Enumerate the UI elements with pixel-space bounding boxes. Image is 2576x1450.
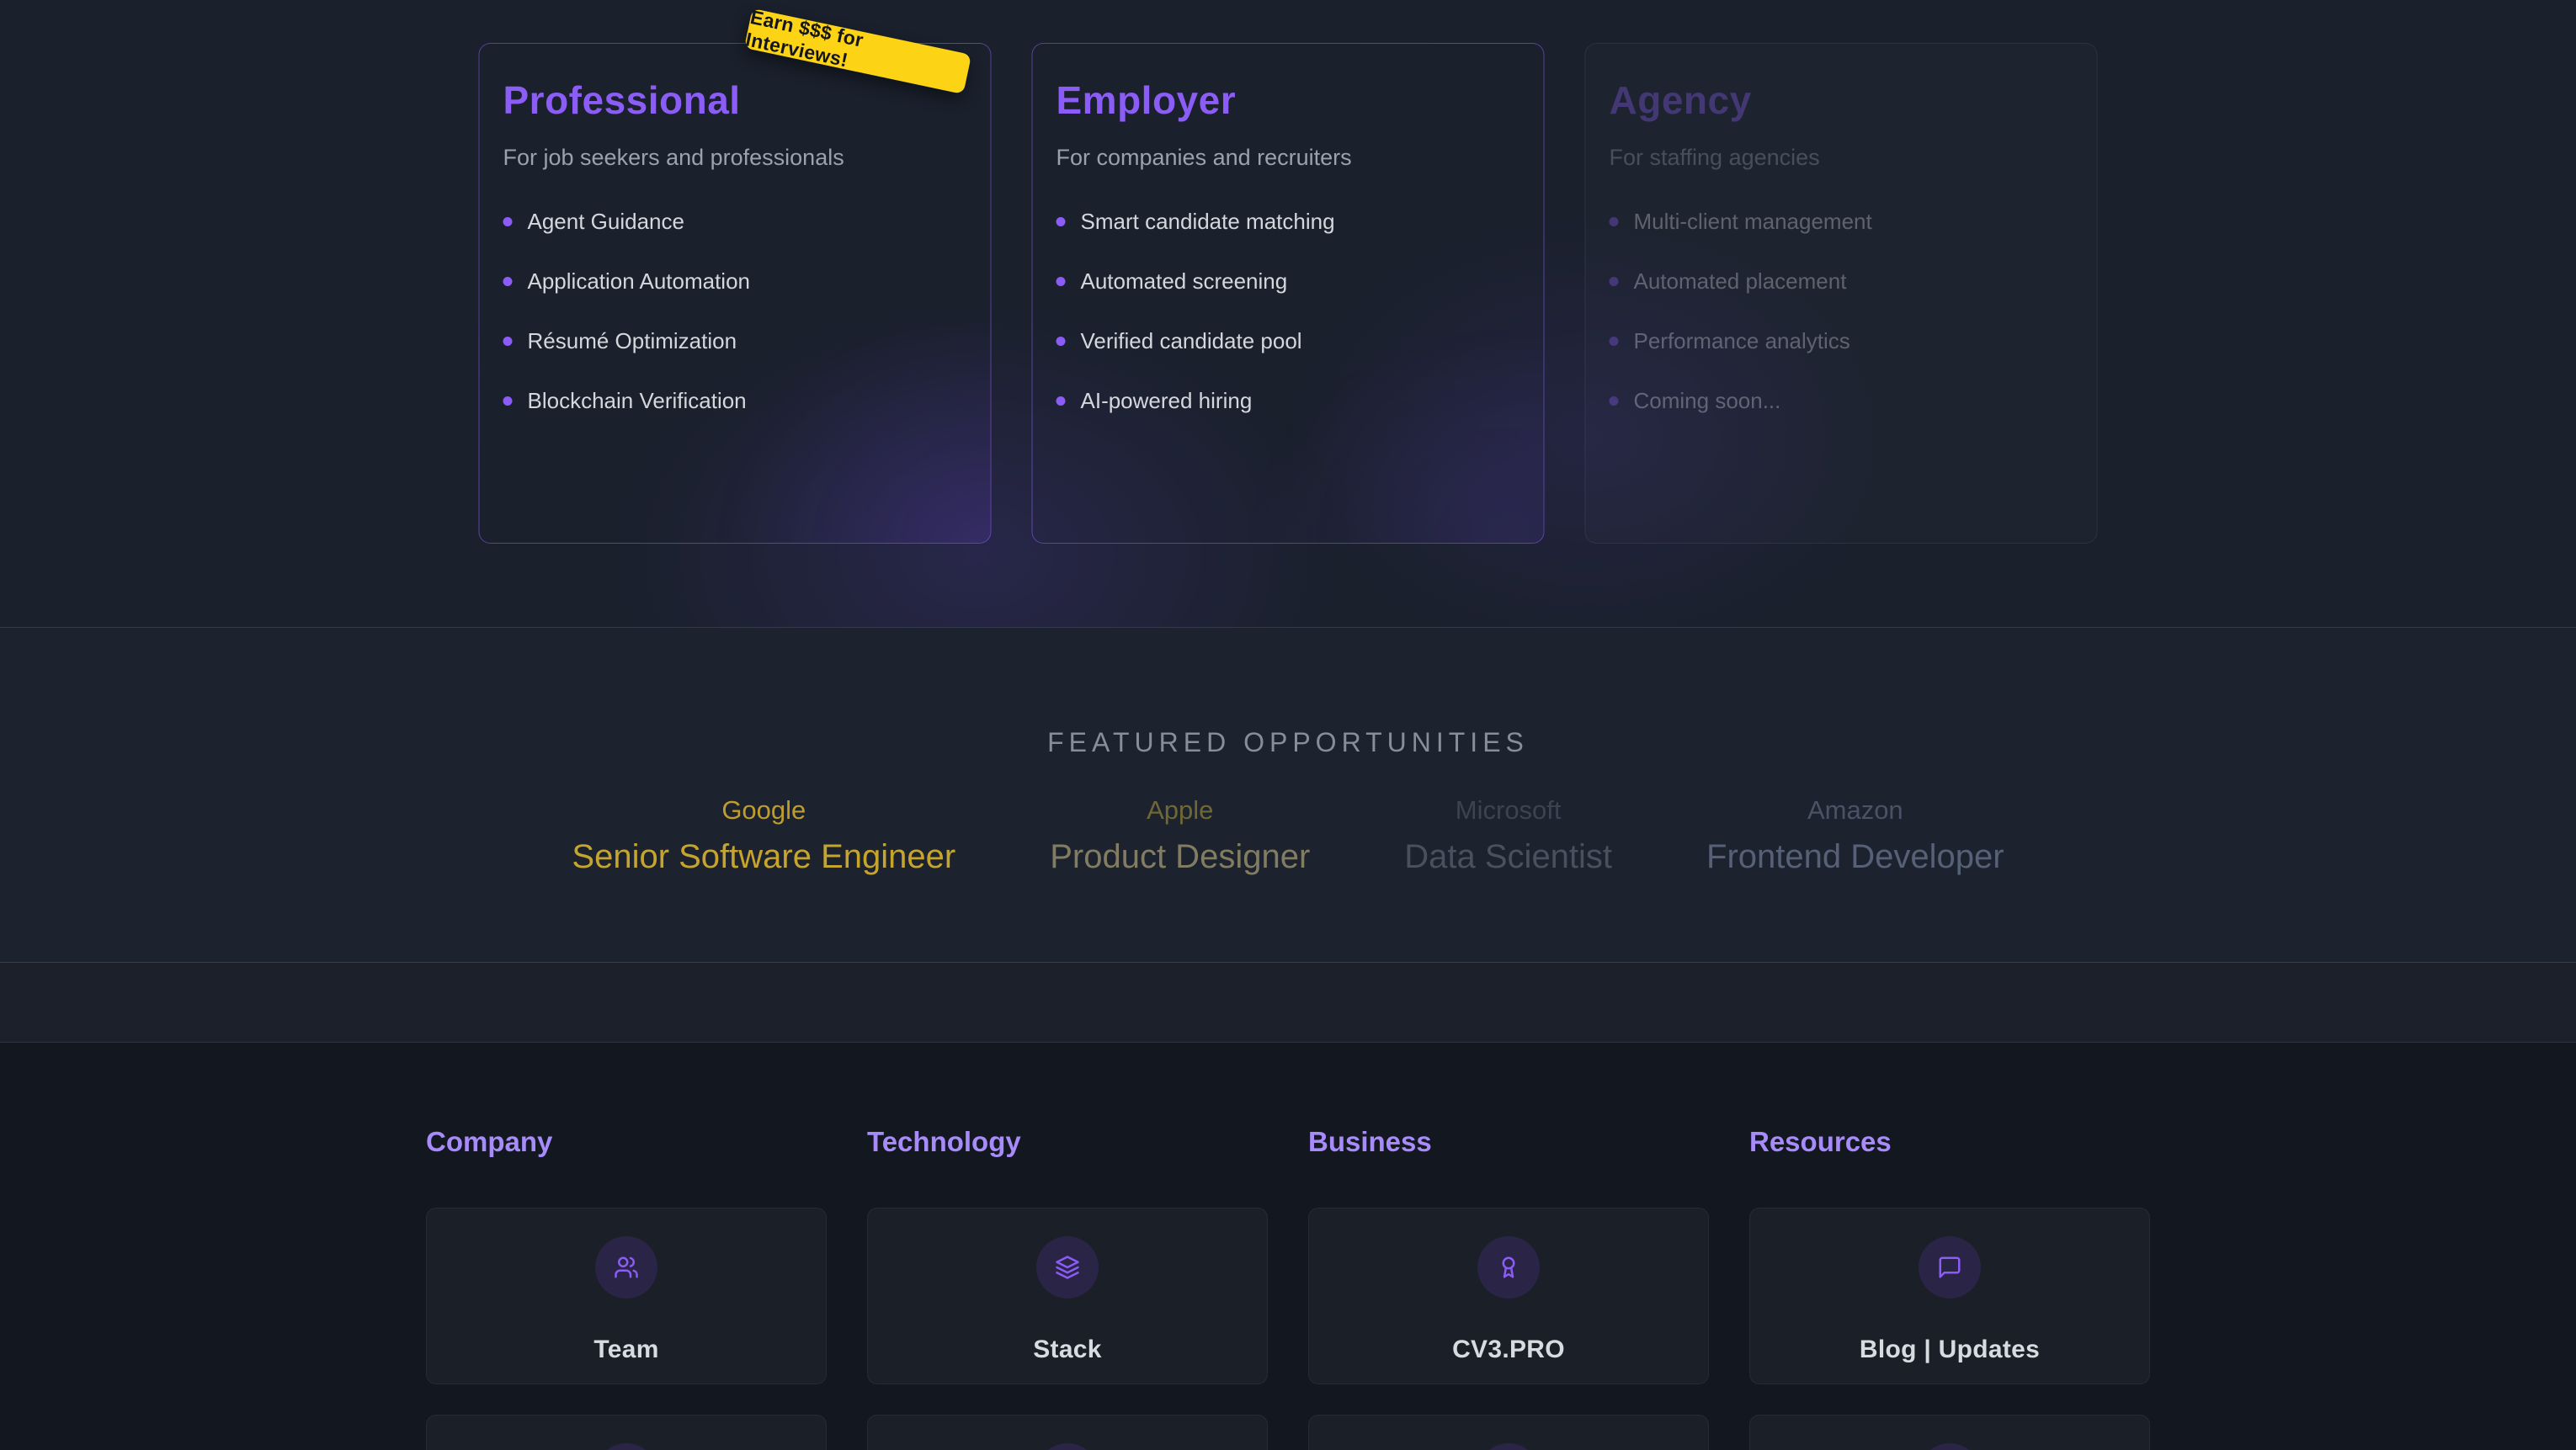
plan-card-professional[interactable]: Professional For job seekers and profess… [479, 43, 992, 544]
footer-card-partial[interactable] [867, 1415, 1268, 1450]
footer-card-cv3pro[interactable]: CV3.PRO [1308, 1208, 1709, 1384]
footer: Company Team [0, 1043, 2576, 1450]
job-company: Apple [1050, 794, 1310, 827]
featured-opportunities-section: FEATURED OPPORTUNITIES Google Senior Sof… [0, 628, 2576, 963]
plans-section: Earn $$$ for Interviews! Professional Fo… [0, 0, 2576, 628]
plan-feature: Smart candidate matching [1056, 210, 1520, 233]
plan-card-agency: Agency For staffing agencies Multi-clien… [1585, 43, 2098, 544]
bullet-icon [1610, 396, 1619, 406]
layers-icon [1055, 1255, 1080, 1280]
footer-column-business: Business CV3.PRO [1308, 1043, 1709, 1450]
plan-feature: Multi-client management [1610, 210, 2073, 233]
plan-feature: Blockchain Verification [503, 389, 967, 412]
bullet-icon [1056, 277, 1066, 286]
plan-cards-row: Professional For job seekers and profess… [479, 43, 2098, 544]
spacer-band [0, 963, 2576, 1043]
plan-title: Employer [1056, 77, 1520, 123]
job-company: Amazon [1706, 794, 2004, 827]
circle-icon-placeholder [595, 1443, 657, 1450]
featured-jobs-row: Google Senior Software Engineer Apple Pr… [0, 794, 2576, 878]
plan-feature: AI-powered hiring [1056, 389, 1520, 412]
bullet-icon [1610, 217, 1619, 226]
bullet-icon [503, 277, 513, 286]
plan-feature: Agent Guidance [503, 210, 967, 233]
job-company: Microsoft [1404, 794, 1612, 827]
plan-feature-list: Smart candidate matching Automated scree… [1056, 210, 1520, 412]
footer-card-stack[interactable]: Stack [867, 1208, 1268, 1384]
footer-card-blog[interactable]: Blog | Updates [1749, 1208, 2150, 1384]
featured-job-amazon[interactable]: Amazon Frontend Developer [1706, 794, 2004, 878]
job-company: Google [572, 794, 955, 827]
plan-description: For companies and recruiters [1056, 142, 1520, 173]
footer-heading: Business [1308, 1125, 1709, 1159]
plan-description: For job seekers and professionals [503, 142, 967, 173]
plan-feature: Automated screening [1056, 269, 1520, 293]
landing-page: Earn $$$ for Interviews! Professional Fo… [0, 0, 2576, 1450]
bullet-icon [1610, 277, 1619, 286]
footer-card-partial[interactable] [426, 1415, 827, 1450]
plan-title: Professional [503, 77, 967, 123]
footer-card-team[interactable]: Team [426, 1208, 827, 1384]
footer-heading: Company [426, 1125, 827, 1159]
job-title: Data Scientist [1404, 836, 1612, 878]
featured-job-microsoft[interactable]: Microsoft Data Scientist [1404, 794, 1612, 878]
footer-card-partial[interactable] [1308, 1415, 1709, 1450]
plan-description: For staffing agencies [1610, 142, 2073, 173]
plan-feature: Coming soon... [1610, 389, 2073, 412]
footer-heading: Technology [867, 1125, 1268, 1159]
plan-feature: Performance analytics [1610, 329, 2073, 353]
users-icon [614, 1255, 639, 1280]
plan-feature: Application Automation [503, 269, 967, 293]
bullet-icon [1056, 337, 1066, 346]
plan-feature: Verified candidate pool [1056, 329, 1520, 353]
footer-card-label: Stack [1033, 1336, 1102, 1364]
bullet-icon [1610, 337, 1619, 346]
plan-feature-list: Multi-client management Automated placem… [1610, 210, 2073, 412]
footer-column-technology: Technology Stack [867, 1043, 1268, 1450]
footer-card-label: Blog | Updates [1860, 1336, 2040, 1364]
award-icon [1496, 1255, 1521, 1280]
plan-feature: Résumé Optimization [503, 329, 967, 353]
plan-card-employer[interactable]: Employer For companies and recruiters Sm… [1032, 43, 1545, 544]
plan-title: Agency [1610, 77, 2073, 123]
bullet-icon [503, 217, 513, 226]
footer-card-label: Team [593, 1336, 658, 1364]
footer-column-company: Company Team [426, 1043, 827, 1450]
bullet-icon [1056, 217, 1066, 226]
footer-column-resources: Resources Blog | Updates [1749, 1043, 2150, 1450]
circle-icon-placeholder [1919, 1443, 1981, 1450]
job-title: Frontend Developer [1706, 836, 2004, 878]
plan-feature-list: Agent Guidance Application Automation Ré… [503, 210, 967, 412]
featured-title: FEATURED OPPORTUNITIES [0, 628, 2576, 758]
job-title: Senior Software Engineer [572, 836, 955, 878]
featured-job-google[interactable]: Google Senior Software Engineer [572, 794, 955, 878]
message-square-icon [1937, 1255, 1962, 1280]
circle-icon-placeholder [1477, 1443, 1540, 1450]
circle-icon-placeholder [1036, 1443, 1099, 1450]
bullet-icon [503, 396, 513, 406]
job-title: Product Designer [1050, 836, 1310, 878]
featured-job-apple[interactable]: Apple Product Designer [1050, 794, 1310, 878]
footer-columns: Company Team [426, 1043, 2150, 1450]
footer-heading: Resources [1749, 1125, 2150, 1159]
footer-card-label: CV3.PRO [1452, 1336, 1565, 1364]
footer-card-partial[interactable] [1749, 1415, 2150, 1450]
plan-feature: Automated placement [1610, 269, 2073, 293]
bullet-icon [1056, 396, 1066, 406]
bullet-icon [503, 337, 513, 346]
